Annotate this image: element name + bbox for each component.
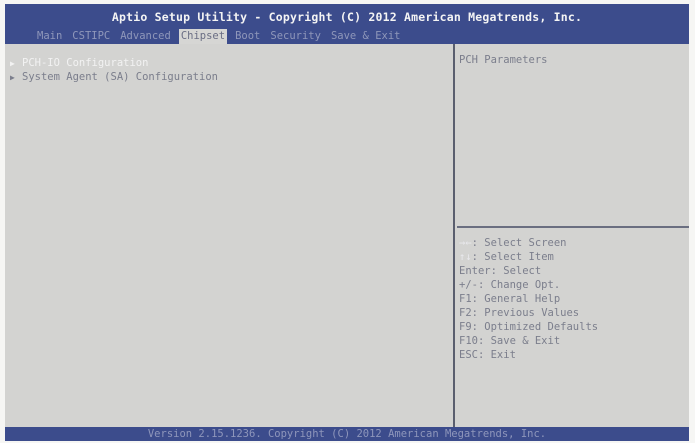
- tab-bar: Main CSTIPC Advanced Chipset Boot Securi…: [35, 29, 403, 44]
- main-panel: ▶ PCH-IO Configuration ▶ System Agent (SA)…: [5, 44, 453, 427]
- help-panel: PCH Parameters →←: Select Screen ↑↓: Sel…: [455, 44, 689, 427]
- status-bar: Version 2.15.1236. Copyright (C) 2012 Am…: [5, 427, 689, 441]
- key-label: ESC: [459, 349, 478, 361]
- tab-save-exit[interactable]: Save & Exit: [329, 29, 403, 44]
- menu-item-label: System Agent (SA) Configuration: [22, 71, 218, 83]
- key-label: F1: [459, 293, 472, 305]
- tab-advanced[interactable]: Advanced: [118, 29, 173, 44]
- key-description: : Select Screen: [471, 237, 567, 249]
- key-label: +/-: [459, 279, 478, 291]
- key-description: : Select: [490, 265, 542, 277]
- tab-boot[interactable]: Boot: [233, 29, 262, 44]
- help-description: PCH Parameters: [459, 54, 548, 66]
- submenu-arrow-icon: ▶: [10, 73, 15, 82]
- tab-cstipc[interactable]: CSTIPC: [70, 29, 112, 44]
- key-label: ↑↓: [459, 251, 472, 263]
- menu-item-system-agent-configuration[interactable]: ▶ System Agent (SA) Configuration: [10, 70, 218, 84]
- key-label: F9: [459, 321, 472, 333]
- key-hint-select-screen: →←: Select Screen: [459, 236, 598, 250]
- key-description: : Save & Exit: [477, 335, 561, 347]
- key-legend: →←: Select Screen ↑↓: Select Item Enter:…: [459, 236, 598, 362]
- app-title: Aptio Setup Utility - Copyright (C) 2012…: [111, 10, 583, 24]
- key-description: : Change Opt.: [477, 279, 561, 291]
- key-hint-exit: ESC: Exit: [459, 348, 598, 362]
- key-hint-select-item: ↑↓: Select Item: [459, 250, 598, 264]
- key-hint-select: Enter: Select: [459, 264, 598, 278]
- key-description: : Exit: [477, 349, 516, 361]
- key-description: : Optimized Defaults: [471, 321, 599, 333]
- tab-chipset[interactable]: Chipset: [178, 29, 228, 44]
- key-label: →←: [459, 237, 472, 249]
- key-hint-general-help: F1: General Help: [459, 292, 598, 306]
- key-description: : Select Item: [471, 251, 554, 263]
- help-separator: [457, 226, 689, 228]
- bios-screen: Aptio Setup Utility - Copyright (C) 2012…: [0, 0, 695, 443]
- key-hint-save-exit: F10: Save & Exit: [459, 334, 598, 348]
- key-label: F2: [459, 307, 472, 319]
- menu-list: ▶ PCH-IO Configuration ▶ System Agent (SA)…: [10, 56, 218, 84]
- key-description: : Previous Values: [471, 307, 580, 319]
- help-description-box: PCH Parameters: [455, 44, 689, 226]
- key-hint-previous-values: F2: Previous Values: [459, 306, 598, 320]
- version-text: Version 2.15.1236. Copyright (C) 2012 Am…: [147, 428, 547, 440]
- key-label: F10: [459, 335, 478, 347]
- menu-item-pch-io-configuration[interactable]: ▶ PCH-IO Configuration: [10, 56, 218, 70]
- bios-setup-window: Aptio Setup Utility - Copyright (C) 2012…: [5, 4, 689, 441]
- title-bar: Aptio Setup Utility - Copyright (C) 2012…: [5, 4, 689, 44]
- tab-main[interactable]: Main: [35, 29, 64, 44]
- key-label: Enter: [459, 265, 491, 277]
- key-hint-optimized-defaults: F9: Optimized Defaults: [459, 320, 598, 334]
- tab-security[interactable]: Security: [268, 29, 323, 44]
- key-description: : General Help: [471, 293, 561, 305]
- submenu-arrow-icon: ▶: [10, 59, 15, 68]
- menu-item-label: PCH-IO Configuration: [22, 57, 149, 69]
- key-hint-change-opt: +/-: Change Opt.: [459, 278, 598, 292]
